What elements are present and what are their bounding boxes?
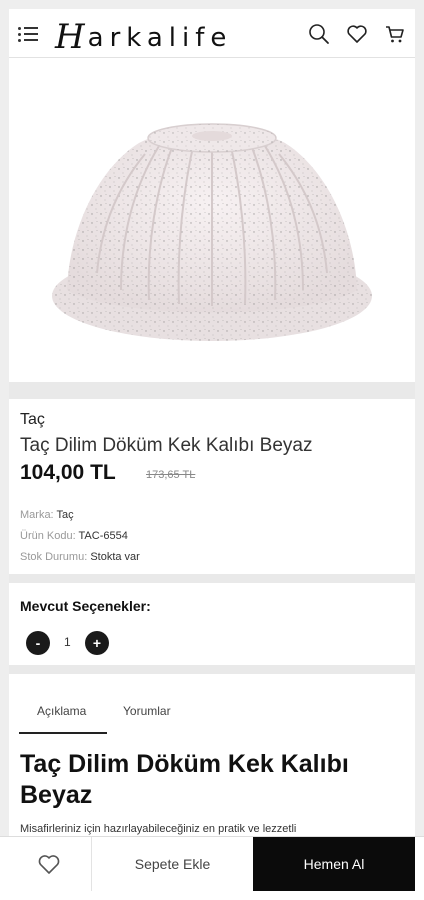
search-icon[interactable] bbox=[308, 23, 330, 45]
tab-reviews[interactable]: Yorumlar bbox=[123, 704, 171, 718]
product-info: Taç Taç Dilim Döküm Kek Kalıbı Beyaz 104… bbox=[9, 399, 415, 574]
bundt-pan-image bbox=[52, 123, 372, 341]
increase-quantity-button[interactable]: + bbox=[85, 631, 109, 655]
buy-now-button[interactable]: Hemen Al bbox=[253, 837, 415, 891]
active-tab-indicator bbox=[19, 732, 107, 734]
add-to-cart-button[interactable]: Sepete Ekle bbox=[91, 837, 253, 891]
options-label: Mevcut Seçenekler: bbox=[20, 598, 151, 614]
product-brand[interactable]: Taç bbox=[20, 411, 45, 429]
quantity-value[interactable]: 1 bbox=[64, 635, 71, 649]
description-text: Misafirleriniz için hazırlayabileceğiniz… bbox=[20, 823, 297, 835]
code-meta: Ürün Kodu: TAC-6554 bbox=[20, 530, 128, 542]
brand-meta-label: Marka: bbox=[20, 509, 54, 521]
stock-meta-label: Stok Durumu: bbox=[20, 551, 88, 563]
brand-logo[interactable]: Harkalife bbox=[55, 15, 232, 57]
brand-meta-value[interactable]: Taç bbox=[56, 509, 73, 521]
stock-meta: Stok Durumu: Stokta var bbox=[20, 551, 140, 563]
product-price: 104,00 TL bbox=[20, 461, 116, 484]
decrease-quantity-button[interactable]: - bbox=[26, 631, 50, 655]
bottom-action-bar: Sepete Ekle Hemen Al bbox=[0, 836, 424, 900]
heart-icon bbox=[38, 855, 60, 874]
stock-meta-value: Stokta var bbox=[90, 551, 140, 563]
product-old-price: 173,65 TL bbox=[146, 469, 196, 481]
top-header: Harkalife bbox=[9, 9, 415, 58]
code-meta-label: Ürün Kodu: bbox=[20, 530, 76, 542]
tab-description[interactable]: Açıklama bbox=[37, 704, 86, 718]
code-meta-value: TAC-6554 bbox=[78, 530, 128, 542]
heart-icon[interactable] bbox=[346, 23, 368, 45]
product-title: Taç Dilim Döküm Kek Kalıbı Beyaz bbox=[20, 435, 313, 456]
menu-icon[interactable] bbox=[18, 26, 40, 44]
brand-meta: Marka: Taç bbox=[20, 509, 74, 521]
cart-icon[interactable] bbox=[384, 23, 406, 45]
description-title: Taç Dilim Döküm Kek Kalıbı Beyaz bbox=[20, 750, 349, 809]
add-to-favorites-button[interactable] bbox=[0, 837, 91, 891]
product-image[interactable] bbox=[9, 58, 415, 382]
page-frame: Harkalife Taç Taç Dilim Döküm Kek Kalıbı… bbox=[9, 9, 415, 900]
product-options: Mevcut Seçenekler: - 1 + bbox=[9, 583, 415, 665]
